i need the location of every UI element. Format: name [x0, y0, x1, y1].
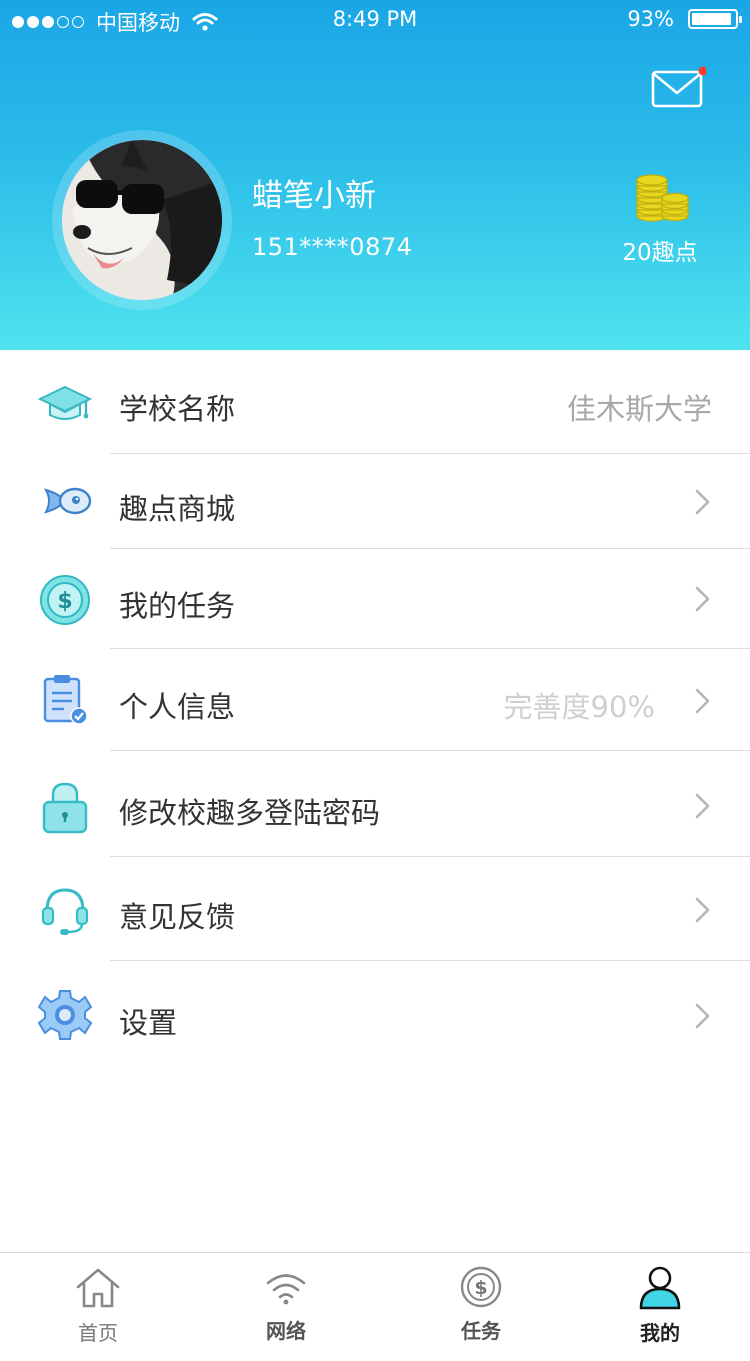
chevron-right-icon [695, 897, 710, 923]
menu-item-feedback[interactable]: 意见反馈 [0, 857, 750, 960]
menu-item-settings[interactable]: 设置 [0, 961, 750, 1066]
menu-item-points-shop[interactable]: 趣点商城 [0, 454, 750, 549]
user-phone: 151****0874 [252, 233, 413, 261]
battery-percent: 93% [627, 7, 674, 31]
points-balance[interactable]: 20趣点 [600, 233, 720, 267]
husky-dog-with-sunglasses-image [62, 140, 222, 300]
tab-home[interactable]: 首页 [23, 1253, 173, 1361]
lock-icon [42, 782, 88, 834]
fish-icon [43, 487, 92, 515]
profile-header: 中国移动 8:49 PM 93% 蜡笔小新 151****0874 20趣点 [0, 0, 750, 350]
menu-item-label: 修改校趣多登陆密码 [119, 796, 381, 830]
tab-label: 任务 [461, 1319, 501, 1343]
gear-icon [38, 990, 92, 1040]
tab-label: 网络 [266, 1319, 306, 1343]
tab-label: 我的 [640, 1321, 680, 1345]
mail-button[interactable] [650, 66, 708, 110]
menu-item-label: 趣点商城 [119, 492, 236, 526]
user-name: 蜡笔小新 [252, 178, 376, 214]
tab-bar: 首页 网络 $ 任务 我的 [0, 1252, 750, 1361]
avatar[interactable] [62, 140, 222, 300]
menu-item-personal-info[interactable]: 个人信息 完善度90% [0, 649, 750, 750]
coins-icon[interactable] [632, 172, 690, 224]
menu-item-change-password[interactable]: 修改校趣多登陆密码 [0, 751, 750, 856]
clipboard-icon [43, 675, 88, 725]
chevron-right-icon [695, 586, 710, 612]
wifi-icon [266, 1274, 306, 1305]
menu-item-label: 设置 [119, 1006, 178, 1040]
tab-tasks[interactable]: $ 任务 [406, 1253, 556, 1361]
tab-label: 首页 [78, 1321, 118, 1345]
menu-item-school-name[interactable]: 学校名称 佳木斯大学 [0, 350, 750, 453]
user-icon [639, 1266, 681, 1310]
menu-item-label: 意见反馈 [119, 900, 236, 934]
chevron-right-icon [695, 489, 710, 515]
battery-icon [688, 9, 742, 29]
dollar-icon: $ [460, 1266, 502, 1308]
svg-text:$: $ [474, 1277, 487, 1299]
dollar-coin-icon: $ [40, 575, 90, 625]
menu-item-label: 我的任务 [119, 589, 236, 623]
profile-completion-value: 完善度90% [503, 690, 655, 724]
battery-status: 93% [627, 7, 742, 31]
chevron-right-icon [695, 793, 710, 819]
tab-mine[interactable]: 我的 [585, 1253, 735, 1361]
menu-item-label: 个人信息 [119, 690, 236, 724]
chevron-right-icon [695, 688, 710, 714]
menu-item-label: 学校名称 [119, 392, 236, 426]
menu-item-my-tasks[interactable]: $ 我的任务 [0, 549, 750, 648]
tab-network[interactable]: 网络 [211, 1253, 361, 1361]
home-icon [76, 1268, 120, 1308]
status-bar: 中国移动 8:49 PM 93% [0, 0, 750, 40]
chevron-right-icon [695, 1003, 710, 1029]
mail-icon [651, 66, 708, 108]
headset-icon [41, 888, 89, 935]
svg-text:$: $ [57, 589, 72, 614]
graduation-cap-icon [38, 385, 92, 420]
school-name-value: 佳木斯大学 [566, 392, 712, 426]
